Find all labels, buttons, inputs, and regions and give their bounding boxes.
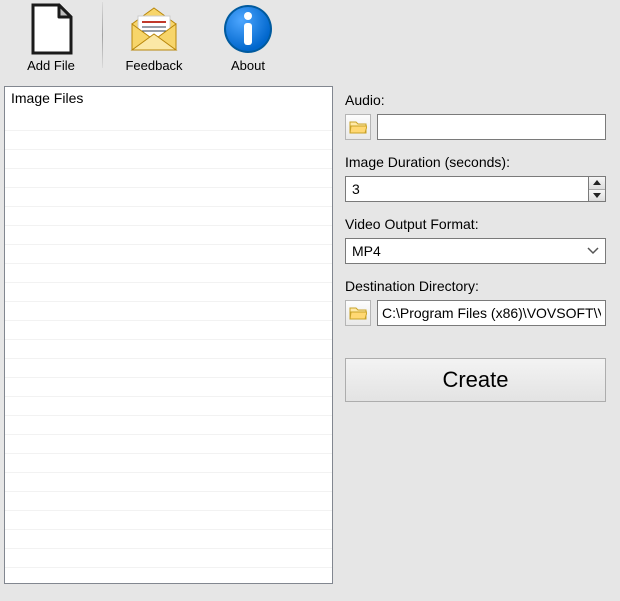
chevron-down-icon [587, 247, 599, 255]
envelope-icon [128, 0, 180, 58]
destination-label: Destination Directory: [345, 278, 606, 294]
destination-input[interactable] [377, 300, 606, 326]
left-panel: Image Files [0, 86, 337, 586]
content: Image Files Audio: [0, 86, 620, 586]
chevron-down-icon [593, 193, 601, 198]
format-label: Video Output Format: [345, 216, 606, 232]
about-button[interactable]: About [201, 0, 295, 82]
list-lines [5, 109, 332, 583]
folder-icon [349, 119, 367, 135]
format-value: MP4 [352, 243, 381, 259]
format-select[interactable]: MP4 [345, 238, 606, 264]
file-icon [27, 0, 75, 58]
image-files-header: Image Files [5, 87, 332, 109]
toolbar: Add File Feedback [0, 0, 620, 86]
info-icon [222, 0, 274, 58]
feedback-button[interactable]: Feedback [107, 0, 201, 82]
audio-browse-button[interactable] [345, 114, 371, 140]
duration-up-button[interactable] [589, 177, 605, 190]
folder-icon [349, 305, 367, 321]
duration-label: Image Duration (seconds): [345, 154, 606, 170]
add-file-button[interactable]: Add File [4, 0, 98, 82]
toolbar-separator [102, 2, 103, 68]
duration-input[interactable] [345, 176, 588, 202]
create-button[interactable]: Create [345, 358, 606, 402]
chevron-up-icon [593, 180, 601, 185]
audio-input[interactable] [377, 114, 606, 140]
duration-spinner [588, 176, 606, 202]
audio-label: Audio: [345, 92, 606, 108]
image-files-listbox[interactable]: Image Files [4, 86, 333, 584]
add-file-label: Add File [27, 58, 75, 73]
feedback-label: Feedback [125, 58, 182, 73]
right-panel: Audio: Image Duration (seconds): [337, 86, 620, 586]
about-label: About [231, 58, 265, 73]
destination-browse-button[interactable] [345, 300, 371, 326]
duration-down-button[interactable] [589, 190, 605, 202]
